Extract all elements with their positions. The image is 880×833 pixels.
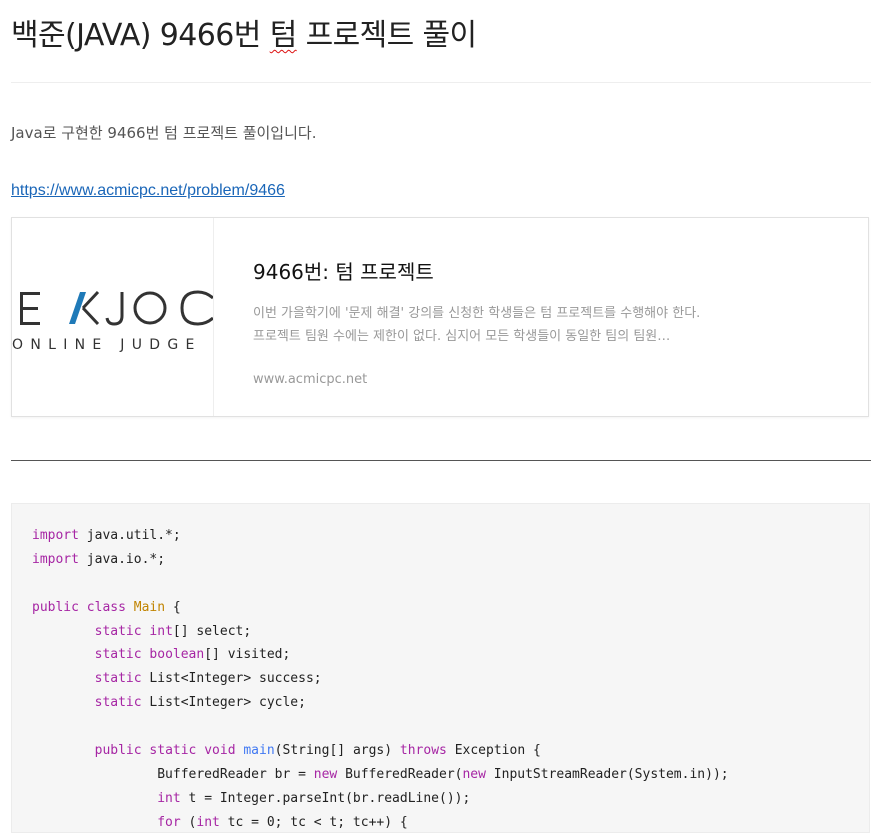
preview-title: 9466번: 텀 프로젝트 [253, 260, 434, 284]
code-line: BufferedReader br = new BufferedReader(n… [32, 763, 729, 787]
code-line: static int[] select; [32, 620, 729, 644]
code-line: static boolean[] visited; [32, 643, 729, 667]
code-token: import [32, 528, 79, 543]
code-block: import java.util.*; import java.io.*; pub… [11, 503, 870, 833]
code-line: static List<Integer> success; [32, 667, 729, 691]
code-token: Exception { [446, 743, 541, 759]
code-token: boolean [149, 647, 205, 663]
link-preview-card[interactable]: ONLINE JUDGE 9466번: 텀 프로젝트 이번 가을학기에 '문제 … [11, 217, 869, 417]
java-source-code: import java.util.*; import java.io.*; pub… [32, 524, 729, 832]
code-token: BufferedReader br = [32, 766, 314, 782]
code-line: public class Main { [32, 596, 729, 620]
baekjoon-logo-thumbnail: ONLINE JUDGE [12, 218, 214, 416]
code-token: java.util.*; [78, 528, 181, 543]
code-line: public static void main(String[] args) t… [32, 739, 729, 763]
intro-paragraph: Java로 구현한 9466번 텀 프로젝트 풀이입니다. [11, 124, 317, 142]
problem-link[interactable]: https://www.acmicpc.net/problem/9466 [11, 180, 285, 202]
code-line: int t = Integer.parseInt(br.readLine()); [32, 787, 729, 811]
code-line: for (int tc = 0; tc < t; tc++) { [32, 811, 729, 832]
code-token: static [94, 695, 142, 711]
post-title-misspelled-word: 텀 [269, 18, 298, 53]
code-token: static [94, 671, 142, 687]
code-token: java.io.*; [78, 551, 166, 567]
post-title-main: 백준(JAVA) 9466번 [11, 18, 270, 53]
code-line: static List<Integer> cycle; [32, 691, 729, 715]
code-token: static [149, 743, 197, 759]
code-token: new [313, 766, 338, 782]
post-title-rest: 프로젝트 풀이 [296, 18, 478, 53]
code-token: t = Integer.parseInt(br.readLine()); [180, 790, 471, 806]
title-divider [11, 82, 871, 83]
post-title: 백준(JAVA) 9466번 텀 프로젝트 풀이 [11, 14, 477, 58]
code-token: throws [399, 743, 447, 759]
code-token: BufferedReader( [337, 766, 463, 782]
code-token: for [157, 814, 181, 830]
code-token: List<Integer> cycle; [141, 695, 306, 711]
code-token: import [32, 551, 79, 567]
code-token: static [94, 623, 142, 639]
logo-subtitle: ONLINE JUDGE [12, 337, 202, 353]
preview-description: 이번 가을학기에 '문제 해결' 강의를 신청한 학생들은 텀 프로젝트를 수행… [253, 306, 701, 344]
code-token: static [94, 647, 142, 663]
horizontal-rule [11, 460, 871, 461]
code-token: [] select; [172, 623, 252, 639]
code-token: { [165, 599, 181, 615]
code-token: [] visited; [204, 647, 291, 663]
code-token: public [32, 599, 79, 615]
code-line: import java.io.*; [32, 548, 729, 572]
code-token: (String[] args) [274, 743, 400, 759]
code-token: int [157, 790, 181, 806]
code-token: new [462, 766, 486, 782]
preview-host: www.acmicpc.net [253, 372, 368, 387]
code-token: public [94, 743, 142, 759]
code-token: int [196, 814, 220, 830]
code-token: List<Integer> success; [141, 671, 322, 687]
code-token: Main [133, 599, 166, 615]
code-token: class [86, 599, 126, 615]
code-token: InputStreamReader(System.in)); [485, 766, 729, 782]
code-token: tc = 0; tc < t; tc++) { [219, 814, 408, 830]
code-token: void [204, 743, 236, 759]
code-token: int [149, 623, 173, 639]
code-token: main [243, 743, 275, 759]
baekjoon-logo-icon: ONLINE JUDGE [12, 290, 213, 353]
blog-post: 백준(JAVA) 9466번 텀 프로젝트 풀이 Java로 구현한 9466번… [0, 0, 880, 833]
code-line: import java.util.*; [32, 524, 729, 548]
code-token: ( [180, 814, 197, 830]
